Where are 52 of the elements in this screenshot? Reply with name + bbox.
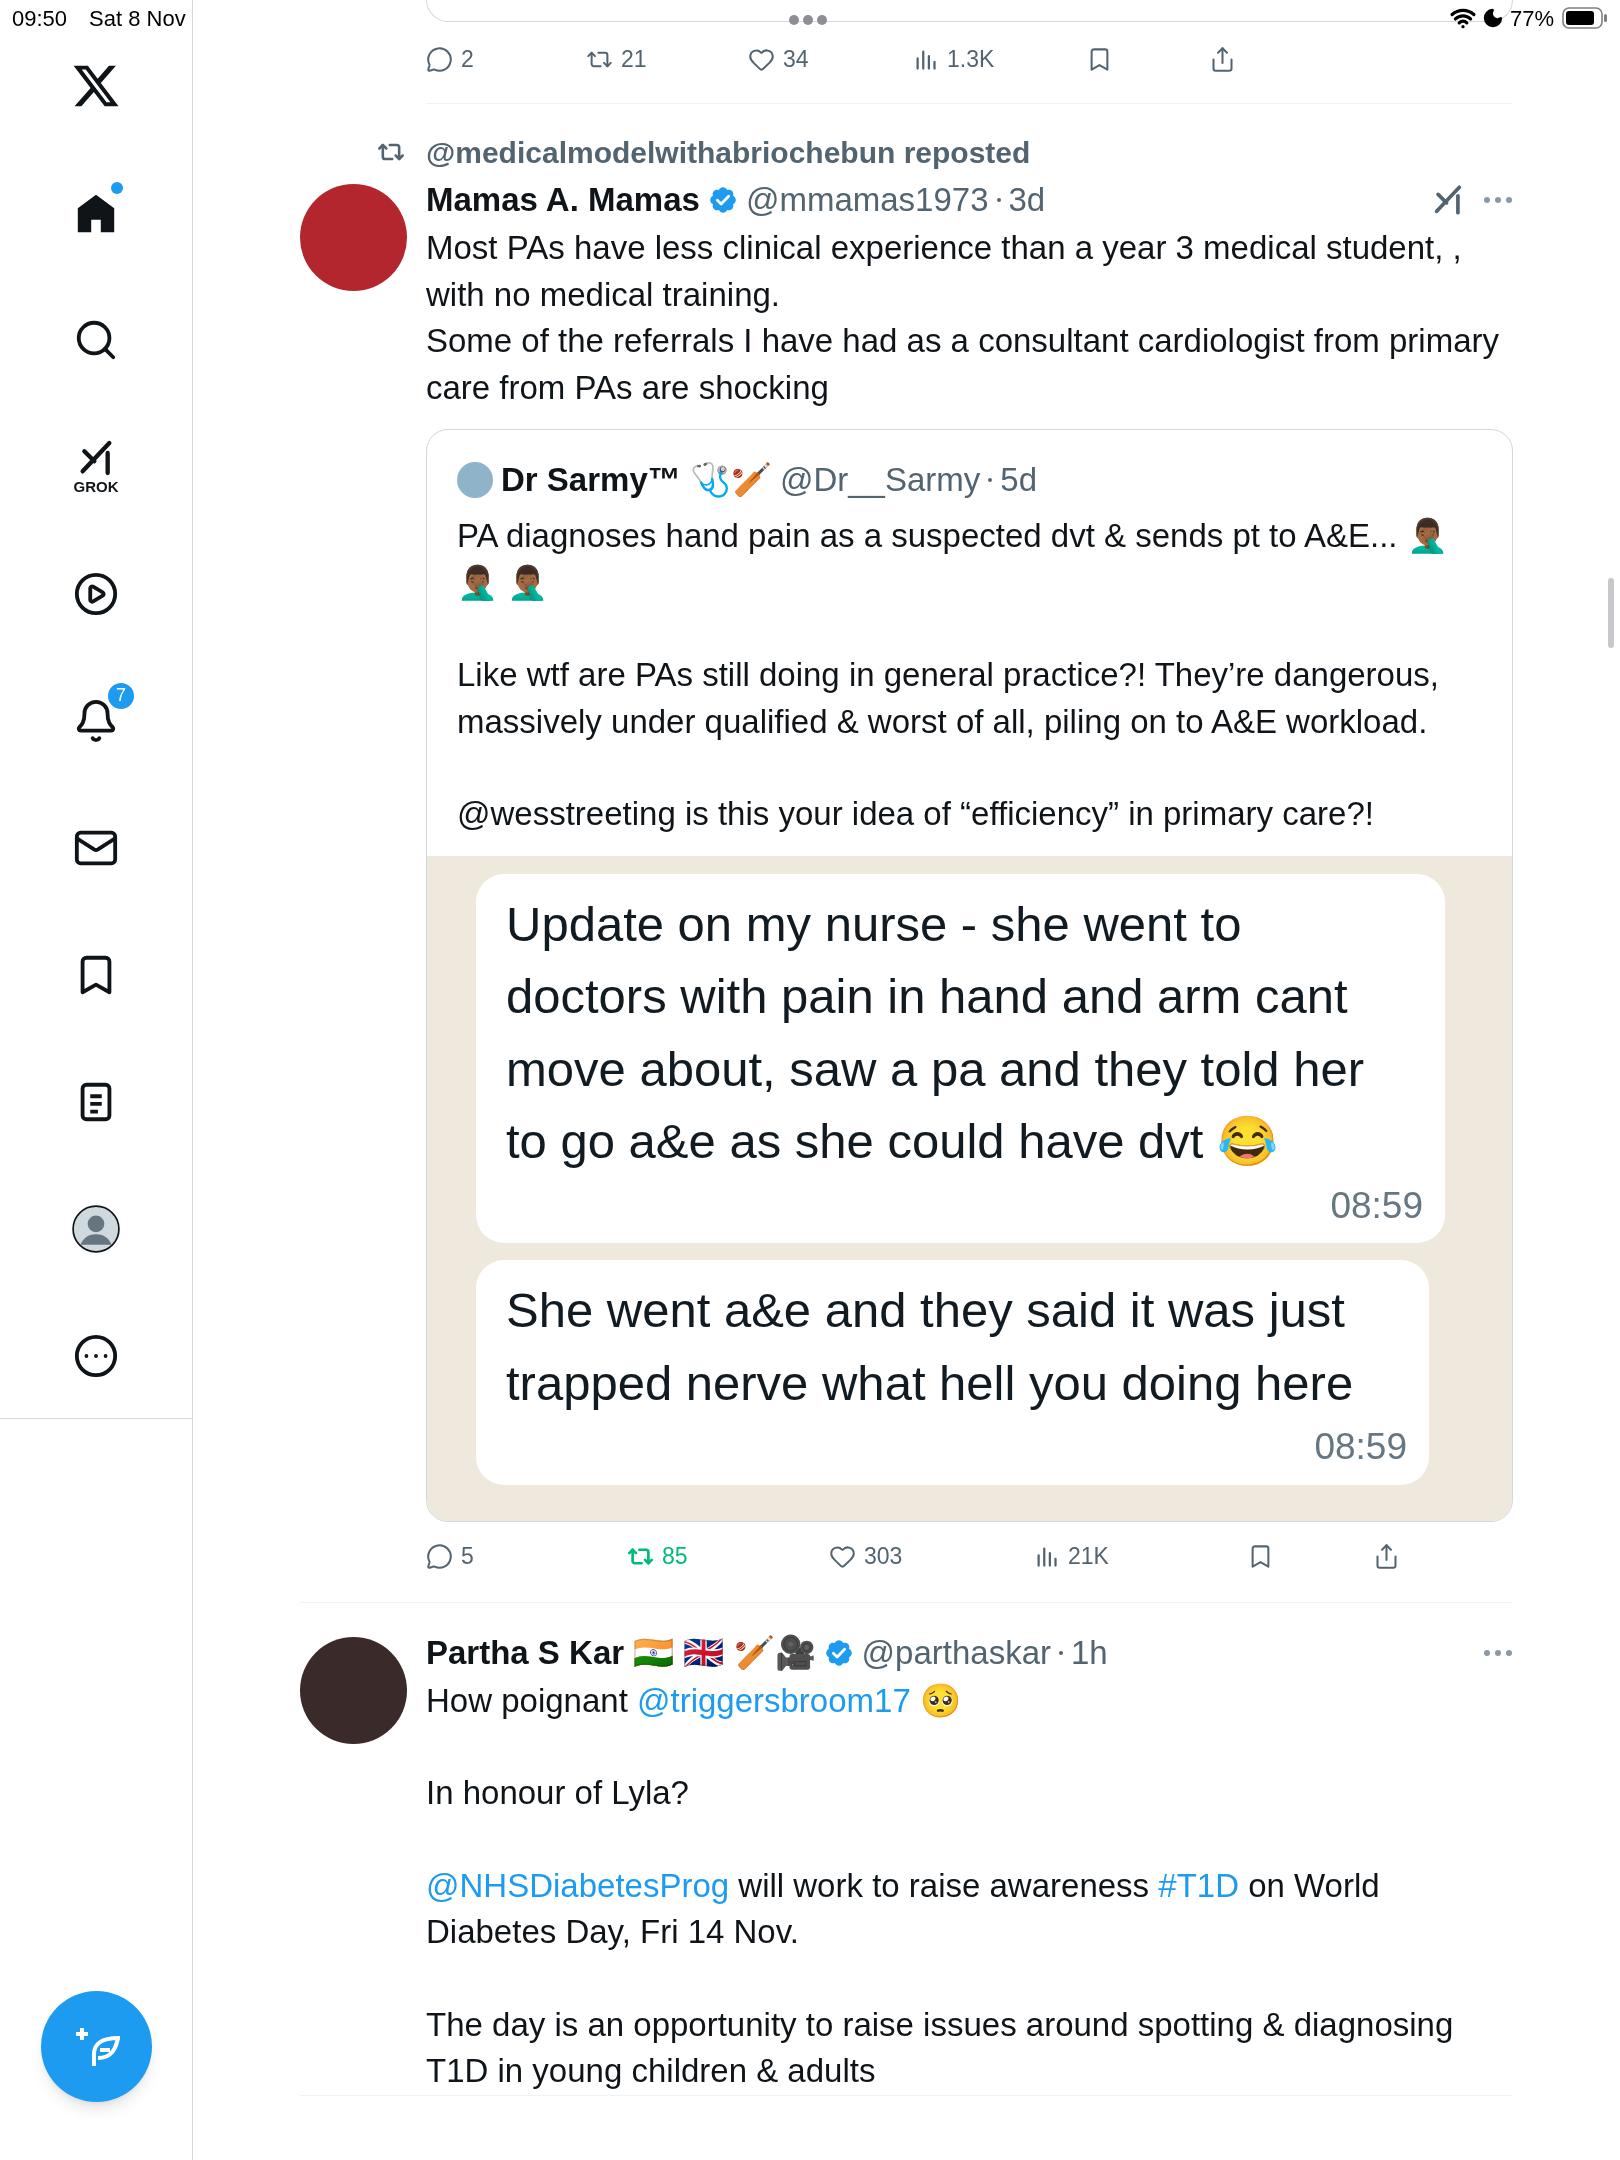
battery-icon <box>1562 7 1608 29</box>
author-handle[interactable]: @Dr__Sarmy <box>779 455 981 505</box>
more-options-icon[interactable] <box>1483 1648 1513 1657</box>
author-name[interactable]: Mamas A. Mamas <box>426 175 700 225</box>
moon-icon <box>1481 7 1504 29</box>
tweet-text: The day is an opportunity to raise issues around spotting & diagnosing T1D in young children & adults <box>426 2004 1455 2091</box>
play-icon[interactable] <box>73 570 119 617</box>
status-time: 09:50 <box>12 4 68 33</box>
reply-count: 2 <box>461 44 474 74</box>
more-options-icon[interactable] <box>1483 196 1513 204</box>
share-icon[interactable] <box>1373 1543 1400 1570</box>
more-icon[interactable] <box>73 1332 119 1379</box>
reply-count: 5 <box>461 1542 474 1572</box>
like-count: 303 <box>864 1542 903 1572</box>
author-name[interactable]: Partha S Kar 🇮🇳 🇬🇧 🏏🎥 <box>426 1627 816 1678</box>
author-handle[interactable]: @mmamas1973 <box>745 175 989 225</box>
reply-icon[interactable] <box>426 45 453 73</box>
avatar-photo <box>457 462 493 498</box>
multitasking-dots-icon[interactable] <box>788 14 828 26</box>
tweet-text: Like wtf are PAs still doing in general practice?! They’re dangerous, massively under qualified & worst of all, piling on to A&E workload. <box>457 655 1440 742</box>
notification-badge: 7 <box>106 680 136 711</box>
share-icon[interactable] <box>1209 45 1236 73</box>
message-time: 08:59 <box>1330 1183 1423 1228</box>
message-time: 08:59 <box>1314 1425 1407 1469</box>
scroll-indicator <box>1608 578 1614 648</box>
post-time[interactable]: 5d <box>1000 455 1037 505</box>
tweet-text: @wesstreeting is this your idea of “efficiency” in primary care?! <box>457 794 1375 834</box>
tweet-text: @NHSDiabetesProg will work to raise awareness #T1D on World Diabetes Day, Fri 14 Nov. <box>426 1865 1381 1952</box>
author-name[interactable]: Dr Sarmy™ 🩺🏏 <box>501 455 772 505</box>
repost-label[interactable]: @medicalmodelwithabriochebun reposted <box>426 129 1031 175</box>
views-count: 21K <box>1068 1542 1109 1572</box>
like-icon[interactable] <box>829 1543 856 1570</box>
repost-count: 85 <box>662 1542 688 1572</box>
author-handle[interactable]: @parthaskar <box>861 1627 1051 1678</box>
repost-count: 21 <box>621 44 647 74</box>
battery-percentage: 77% <box>1509 4 1554 33</box>
tweet-text: PA diagnoses hand pain as a suspected dvt & sends pt to A&E... 🤦🏾‍♂ 🤦🏾‍♂ 🤦🏾‍♂ <box>457 516 1449 603</box>
grok-button[interactable]: GROK <box>73 437 119 496</box>
post-time[interactable]: 1h <box>1071 1627 1108 1678</box>
tweet-text: Most PAs have less clinical experience than a year 3 medical student, , with no medical training. Some of the referrals I have had as a consultant cardiologist from primary care from PAs are shocking <box>426 228 1500 408</box>
chat-message: Update on my nurse - she went to doctors with pain in hand and arm cant move about, saw a pa and they told her to go a&e as she could have dvt 😂 <box>506 895 1366 1170</box>
like-count: 34 <box>783 44 809 74</box>
reply-icon[interactable] <box>426 1543 453 1570</box>
status-date: Sat 8 Nov <box>89 4 186 33</box>
profile-avatar-icon[interactable] <box>71 1203 121 1254</box>
compose-feather-icon <box>73 2025 120 2068</box>
tweet-text: How poignant @triggersbroom17 🥺 <box>426 1680 962 1721</box>
chat-message: She went a&e and they said it was just trapped nerve what hell you doing here <box>506 1282 1355 1412</box>
quoted-post-card[interactable] <box>426 429 1513 1522</box>
post-time[interactable]: 3d <box>1008 175 1046 225</box>
tweet-text: In honour of Lyla? <box>426 1773 690 1813</box>
views-count: 1.3K <box>947 44 995 74</box>
